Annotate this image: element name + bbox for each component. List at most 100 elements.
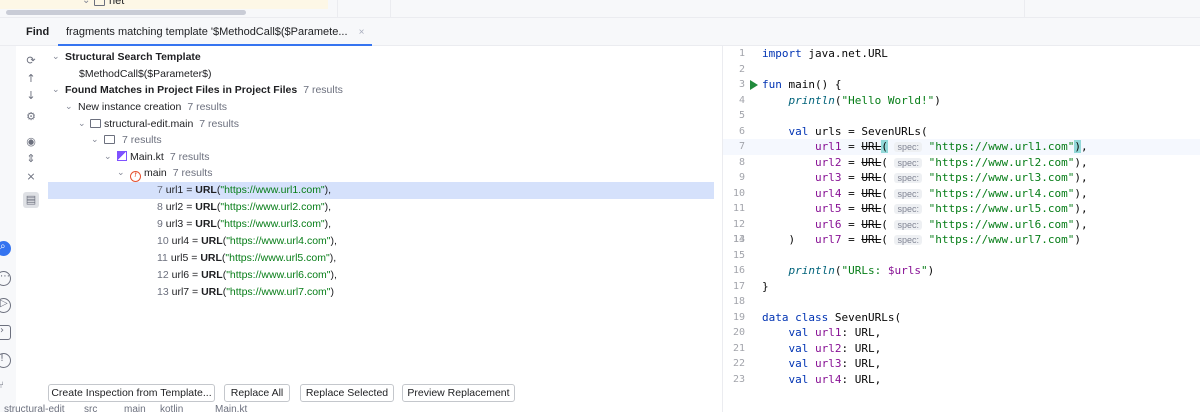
chevron-down-icon[interactable]: ⌄ <box>117 165 125 182</box>
breadcrumb-item[interactable]: structural-edit <box>4 404 65 412</box>
variable-name: url7 <box>171 286 190 298</box>
preview-icon[interactable]: ▤ <box>23 192 39 208</box>
code-line: 6 val urls = SevenURLs( <box>723 124 1200 140</box>
chevron-down-icon[interactable]: ⌄ <box>104 149 112 166</box>
breadcrumb-item[interactable]: Main.kt <box>215 404 247 412</box>
chevron-down-icon[interactable]: ⌄ <box>52 82 60 99</box>
create-inspection-button[interactable]: Create Inspection from Template... <box>48 384 215 402</box>
run-icon[interactable]: ▷ <box>0 298 11 313</box>
find-icon[interactable]: ⌕ <box>0 241 11 256</box>
variable-name: url4 <box>171 235 190 247</box>
template-header: Structural Search Template <box>65 51 201 63</box>
string-literal: "https://www.url4.com" <box>226 235 331 247</box>
chevron-down-icon[interactable]: ⌄ <box>91 132 99 149</box>
git-icon[interactable]: ⑂ <box>0 380 11 395</box>
match-code: 8 url2 = URL("https://www.url2.com"), <box>157 199 331 216</box>
tree-node-file[interactable]: ⌄ Main.kt 7 results <box>48 149 714 166</box>
line-number: 3 <box>738 79 745 90</box>
match-row[interactable]: 13 url7 = URL("https://www.url7.com") <box>48 284 714 301</box>
tab-search-results[interactable]: fragments matching template '$MethodCall… <box>58 18 373 46</box>
run-gutter-icon[interactable] <box>750 80 758 90</box>
equals-sign: = <box>183 184 196 196</box>
services-icon[interactable]: ⋯ <box>0 271 11 286</box>
line-number: 4 <box>738 94 745 106</box>
horizontal-scrollbar[interactable] <box>6 10 246 15</box>
tree-node-function[interactable]: ⌄ f main 7 results <box>48 165 714 182</box>
terminal-icon[interactable]: › <box>0 325 11 340</box>
close-icon[interactable]: × <box>359 27 365 38</box>
line-number: 10 <box>157 235 169 247</box>
match-row[interactable]: 9 url3 = URL("https://www.url3.com"), <box>48 216 714 233</box>
paren-close: ), <box>329 252 337 264</box>
tree-node-template[interactable]: ⌄ Structural Search Template <box>48 49 714 66</box>
line-number: 11 <box>157 252 168 264</box>
tree-node-module[interactable]: ⌄ structural-edit.main 7 results <box>48 116 714 133</box>
replace-selected-button[interactable]: Replace Selected <box>300 384 394 402</box>
chevron-down-icon[interactable]: ⌄ <box>82 0 90 6</box>
chevron-down-icon[interactable]: ⌄ <box>78 116 86 133</box>
equals-sign: = <box>188 252 201 264</box>
tree-node-new-instance[interactable]: ⌄ New instance creation 7 results <box>48 99 714 116</box>
paren-close: ), <box>330 269 337 281</box>
string-literal: "https://www.url5.com" <box>225 252 330 264</box>
line-number: 20 <box>732 327 745 338</box>
tree-node-package[interactable]: ⌄ 7 results <box>48 132 714 149</box>
breadcrumb-item[interactable]: main <box>124 404 146 412</box>
equals-sign: = <box>189 235 202 247</box>
line-number: 18 <box>732 296 745 307</box>
code-line: 19 data class SevenURLs( <box>723 310 1200 326</box>
problems-icon[interactable]: ! <box>0 353 11 368</box>
tool-window-stripe: ⌕ ⋯ ▷ › ! ⑂ <box>0 46 16 412</box>
code-line: 22 val url3: URL, <box>723 356 1200 372</box>
function-name: URL <box>201 269 223 281</box>
replace-all-button[interactable]: Replace All <box>224 384 290 402</box>
line-number: 2 <box>738 63 745 75</box>
code-line: 18 <box>723 294 1200 310</box>
code-editor[interactable]: 1 import java.net.URL 2 3 fun main() { 4 p… <box>723 46 1200 386</box>
code-line: 10 url4 = URL( spec: "https://www.url4.c… <box>723 186 1200 202</box>
chevron-down-icon[interactable]: ⌄ <box>52 49 60 66</box>
match-code: 9 url3 = URL("https://www.url3.com"), <box>157 216 331 233</box>
chevron-down-icon[interactable]: ⌄ <box>65 99 73 116</box>
arrow-up-icon[interactable]: ↑ <box>23 71 39 87</box>
breadcrumb-item[interactable]: kotlin <box>160 404 183 412</box>
code-line: 21 val url2: URL, <box>723 341 1200 357</box>
expand-icon[interactable]: ⇕ <box>23 151 39 167</box>
settings-icon[interactable]: ⚙ <box>23 109 39 125</box>
divider <box>390 0 391 18</box>
match-row[interactable]: 12 url6 = URL("https://www.url6.com"), <box>48 267 714 284</box>
match-row[interactable]: 11 url5 = URL("https://www.url5.com"), <box>48 250 714 267</box>
match-row[interactable]: 7 url1 = URL("https://www.url1.com"), <box>48 182 714 199</box>
code-line: 14 ) <box>723 232 1200 248</box>
code-line: 16 println("URLs: $urls") <box>723 263 1200 279</box>
project-tree-row[interactable]: ⌄ net <box>0 0 328 9</box>
find-window-header: Find fragments matching template '$Metho… <box>0 18 1200 46</box>
match-row[interactable]: 10 url4 = URL("https://www.url4.com"), <box>48 233 714 250</box>
eye-icon[interactable]: ◉ <box>23 134 39 150</box>
line-number: 1 <box>738 48 745 59</box>
match-row[interactable]: 8 url2 = URL("https://www.url2.com"), <box>48 199 714 216</box>
equals-sign: = <box>189 269 202 281</box>
line-number: 12 <box>157 269 169 281</box>
preview-replacement-button[interactable]: Preview Replacement <box>402 384 515 402</box>
paren-close: ), <box>324 201 332 213</box>
collapse-icon[interactable]: ⨯ <box>23 169 39 185</box>
tree-node-found[interactable]: ⌄ Found Matches in Project Files in Proj… <box>48 82 714 99</box>
parameter-hint: spec: <box>894 219 922 230</box>
function-label: main <box>144 167 167 179</box>
line-number: 16 <box>732 265 745 276</box>
module-label: structural-edit.main <box>104 118 194 130</box>
breadcrumb-item[interactable]: src <box>84 404 97 412</box>
string-literal: "https://www.url7.com" <box>226 286 331 298</box>
line-number: 5 <box>738 110 745 121</box>
arrow-down-icon[interactable]: ↓ <box>23 88 39 104</box>
parameter-hint: spec: <box>894 173 922 183</box>
equals-sign: = <box>183 201 196 213</box>
folder-icon <box>94 0 105 6</box>
line-number: 12 <box>732 218 745 230</box>
tree-node-template-text[interactable]: $MethodCall$($Parameter$) <box>48 66 714 83</box>
rerun-icon[interactable]: ⟳ <box>23 53 39 69</box>
paren-close: ), <box>324 184 332 196</box>
line-number: 19 <box>732 311 745 323</box>
match-code: 11 url5 = URL("https://www.url5.com"), <box>157 250 336 267</box>
